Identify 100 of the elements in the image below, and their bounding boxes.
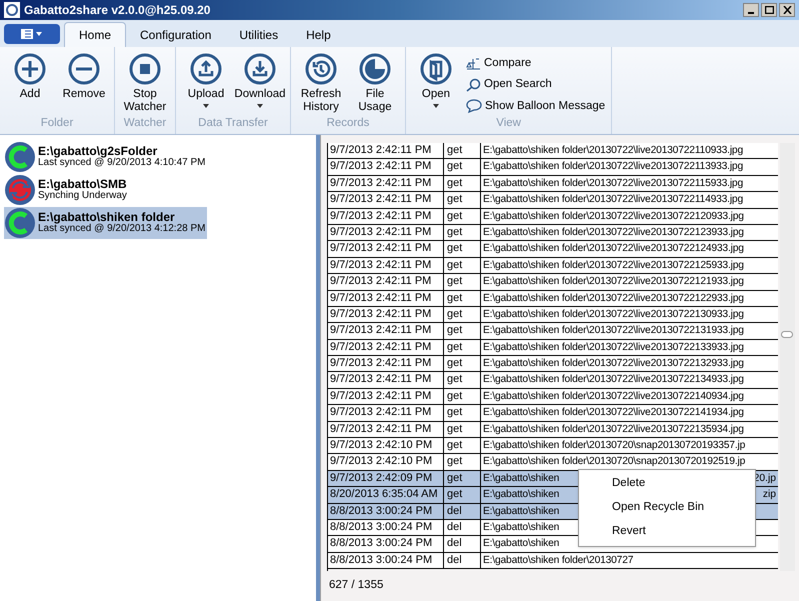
history-row[interactable]: 9/7/2013 2:42:11 PM get E:\gabatto\shiken folder\20130722\live20130722131933.jpg	[328, 323, 778, 340]
caret-icon	[203, 104, 209, 108]
path-cell-text: E:\gabatto\shiken folder\20130722\live20130722122933.jpg	[483, 292, 744, 306]
sync-status-icon	[4, 141, 36, 173]
path-cell-text: E:\gabatto\shiken	[483, 504, 560, 519]
time-cell: 9/7/2013 2:42:09 PM	[328, 470, 444, 486]
time-cell: 9/7/2013 2:42:11 PM	[328, 356, 444, 372]
app-icon	[4, 2, 20, 18]
time-cell: 9/7/2013 2:42:11 PM	[328, 340, 444, 356]
ribbon-tab[interactable]: Help	[292, 22, 345, 47]
action-cell: get	[444, 192, 481, 208]
action-cell: get	[444, 323, 481, 339]
history-row[interactable]: 9/7/2013 2:42:11 PM get E:\gabatto\shiken folder\20130722\live20130722120933.jpg	[328, 208, 778, 225]
folder-status: Synching Underway	[38, 190, 127, 202]
ribbon-group-label: Watcher	[124, 116, 166, 131]
path-cell-text: E:\gabatto\shiken folder\20130722\live20130722124933.jpg	[483, 242, 744, 256]
minimize-button[interactable]	[743, 3, 759, 17]
time-cell: 8/20/2013 6:35:04 AM	[328, 487, 444, 503]
plus-icon	[14, 53, 46, 85]
history-row[interactable]: 9/7/2013 2:42:11 PM get E:\gabatto\shiken folder\20130722\live20130722141934.jpg	[328, 405, 778, 422]
ribbon-button[interactable]: Remove	[60, 53, 108, 115]
action-cell: get	[444, 405, 481, 421]
history-row[interactable]: 9/7/2013 2:42:11 PM get E:\gabatto\shiken folder\20130722\live20130722130933.jpg	[328, 306, 778, 324]
time-cell: 9/7/2013 2:42:11 PM	[328, 192, 444, 208]
action-cell: get	[444, 176, 481, 192]
path-cell-text: E:\gabatto\shiken folder\20130720\snap20130720192519.jp	[483, 455, 746, 470]
ribbon-group-label: Data Transfer	[198, 116, 268, 131]
ribbon-button[interactable]: Add	[6, 53, 54, 115]
time-cell: 9/7/2013 2:42:10 PM	[328, 438, 444, 454]
sync-status-icon	[4, 207, 36, 239]
ribbon-small-button[interactable]: Compare	[466, 55, 606, 72]
history-row[interactable]: 9/7/2013 2:42:11 PM get E:\gabatto\shiken folder\20130722\live20130722135934.jpg	[328, 422, 778, 438]
history-row[interactable]: 9/7/2013 2:42:11 PM get E:\gabatto\shiken folder\20130722\live20130722133933.jpg	[328, 340, 778, 356]
action-cell: get	[444, 356, 481, 372]
path-cell-text: E:\gabatto\shiken folder\20130722\live20130722131933.jpg	[483, 324, 744, 338]
action-cell: get	[444, 274, 481, 290]
history-row[interactable]: 9/7/2013 2:42:11 PM get E:\gabatto\shiken folder\20130722\live20130722134933.jpg	[328, 372, 778, 389]
folder-item[interactable]: E:\gabatto\shiken folder Last synced @ 9/20/2013 4:12:28 PM	[4, 207, 208, 239]
history-row[interactable]: 9/7/2013 2:42:11 PM get E:\gabatto\shiken folder\20130722\live20130722121933.jpg	[328, 274, 778, 291]
history-row[interactable]: 9/7/2013 2:42:10 PM get E:\gabatto\shiken folder\20130720\snap20130720192519.jp	[328, 454, 778, 471]
time-cell: 8/8/2013 3:00:24 PM	[328, 536, 444, 552]
path-cell-text: E:\gabatto\shiken folder\20130722\live20130722132933.jpg	[483, 357, 744, 372]
history-row[interactable]: 8/8/2013 3:00:24 PM del E:\gabatto\shiken folder\20130727	[328, 552, 778, 570]
ribbon-tab[interactable]: Configuration	[126, 22, 226, 47]
folder-item[interactable]: E:\gabatto\g2sFolder Last synced @ 9/20/2013 4:10:47 PM	[4, 141, 208, 173]
time-cell: 9/7/2013 2:42:11 PM	[328, 274, 444, 290]
action-cell: get	[444, 372, 481, 388]
search-icon	[466, 78, 481, 92]
path-cell-text: E:\gabatto\shiken folder\20130722\live20130722133933.jpg	[483, 340, 744, 355]
history-row[interactable]: 9/7/2013 2:42:11 PM get E:\gabatto\shiken folder\20130722\live20130722114933.jpg	[328, 192, 778, 209]
history-row[interactable]: 9/7/2013 2:42:11 PM get E:\gabatto\shiken folder\20130722\live20130722124933.jpg	[328, 241, 778, 258]
action-cell: get	[444, 290, 481, 306]
ribbon-button[interactable]: File Usage	[351, 53, 399, 115]
path-cell-text: E:\gabatto\shiken	[483, 488, 560, 502]
history-row[interactable]: 9/7/2013 2:42:11 PM get E:\gabatto\shiken folder\20130722\live20130722125933.jpg	[328, 258, 778, 274]
action-cell: get	[444, 159, 481, 175]
path-cell-text: E:\gabatto\shiken folder\20130722\live20130722115933.jpg	[483, 176, 743, 191]
ribbon-button[interactable]: Open	[412, 53, 460, 115]
path-cell-text: E:\gabatto\shiken	[483, 472, 560, 486]
history-row[interactable]: 9/7/2013 2:42:11 PM get E:\gabatto\shiken folder\20130722\live20130722115933.jpg	[328, 176, 778, 192]
app-menu-button[interactable]	[4, 24, 60, 44]
time-cell: 9/7/2013 2:42:11 PM	[328, 159, 444, 175]
maximize-button[interactable]	[761, 3, 777, 17]
ribbon-button[interactable]: Download	[236, 53, 284, 115]
time-cell: 9/7/2013 2:42:11 PM	[328, 143, 444, 158]
action-cell: get	[444, 454, 481, 470]
history-row[interactable]: 9/7/2013 2:42:11 PM get E:\gabatto\shiken folder\20130722\live20130722122933.jpg	[328, 290, 778, 307]
path-cell-text: E:\gabatto\shiken folder\20130722\live20130722140934.jpg	[483, 390, 744, 404]
path-cell-text: E:\gabatto\shiken folder\20130722\live20130722125933.jpg	[483, 258, 744, 273]
path-cell-text: E:\gabatto\shiken folder\20130720\snap20130720193357.jp	[483, 439, 746, 454]
time-cell: 9/7/2013 2:42:11 PM	[328, 224, 444, 240]
history-row[interactable]: 9/7/2013 2:42:11 PM get E:\gabatto\shiken folder\20130722\live20130722140934.jpg	[328, 388, 778, 406]
ribbon-tab[interactable]: Utilities	[225, 22, 292, 47]
ribbon-small-button[interactable]: Open Search	[466, 76, 606, 94]
folder-item[interactable]: E:\gabatto\SMB Synching Underway	[4, 174, 129, 206]
ribbon-button[interactable]: Upload	[182, 53, 230, 115]
close-button[interactable]	[779, 3, 795, 17]
scale-icon	[466, 57, 481, 70]
menu-icon	[21, 29, 43, 39]
path-cell-text: E:\gabatto\shiken folder\20130722\live20130722113933.jpg	[483, 160, 743, 174]
caret-icon	[433, 104, 439, 108]
maximize-icon	[764, 6, 774, 14]
action-cell: get	[444, 340, 481, 356]
ribbon-tab[interactable]: Home	[64, 22, 126, 47]
history-row[interactable]: 9/7/2013 2:42:10 PM get E:\gabatto\shiken folder\20130720\snap20130720193357.jp	[328, 438, 778, 454]
history-row[interactable]: 9/7/2013 2:42:11 PM get E:\gabatto\shiken folder\20130722\live20130722110933.jpg	[328, 143, 778, 160]
ribbon-small-button[interactable]: Show Balloon Message	[466, 98, 606, 115]
action-cell: get	[444, 241, 481, 257]
time-cell: 9/7/2013 2:42:11 PM	[328, 323, 444, 339]
history-row[interactable]: 9/7/2013 2:42:11 PM get E:\gabatto\shiken folder\20130722\live20130722123933.jpg	[328, 224, 778, 242]
history-row[interactable]: 9/7/2013 2:42:11 PM get E:\gabatto\shiken folder\20130722\live20130722113933.jpg	[328, 159, 778, 176]
ribbon-button[interactable]: Stop Watcher	[121, 53, 169, 115]
path-cell-text: E:\gabatto\shiken	[483, 537, 560, 552]
time-cell: 9/7/2013 2:42:11 PM	[328, 208, 444, 224]
time-cell: 9/7/2013 2:42:11 PM	[328, 306, 444, 322]
window-title: Gabatto2share v2.0.0@h25.09.20	[24, 2, 210, 19]
history-icon	[305, 53, 337, 85]
ribbon-button[interactable]: Refresh History	[297, 53, 345, 115]
history-row[interactable]: 9/7/2013 2:42:11 PM get E:\gabatto\shiken folder\20130722\live20130722132933.jpg	[328, 356, 778, 372]
time-cell: 9/7/2013 2:42:11 PM	[328, 258, 444, 274]
